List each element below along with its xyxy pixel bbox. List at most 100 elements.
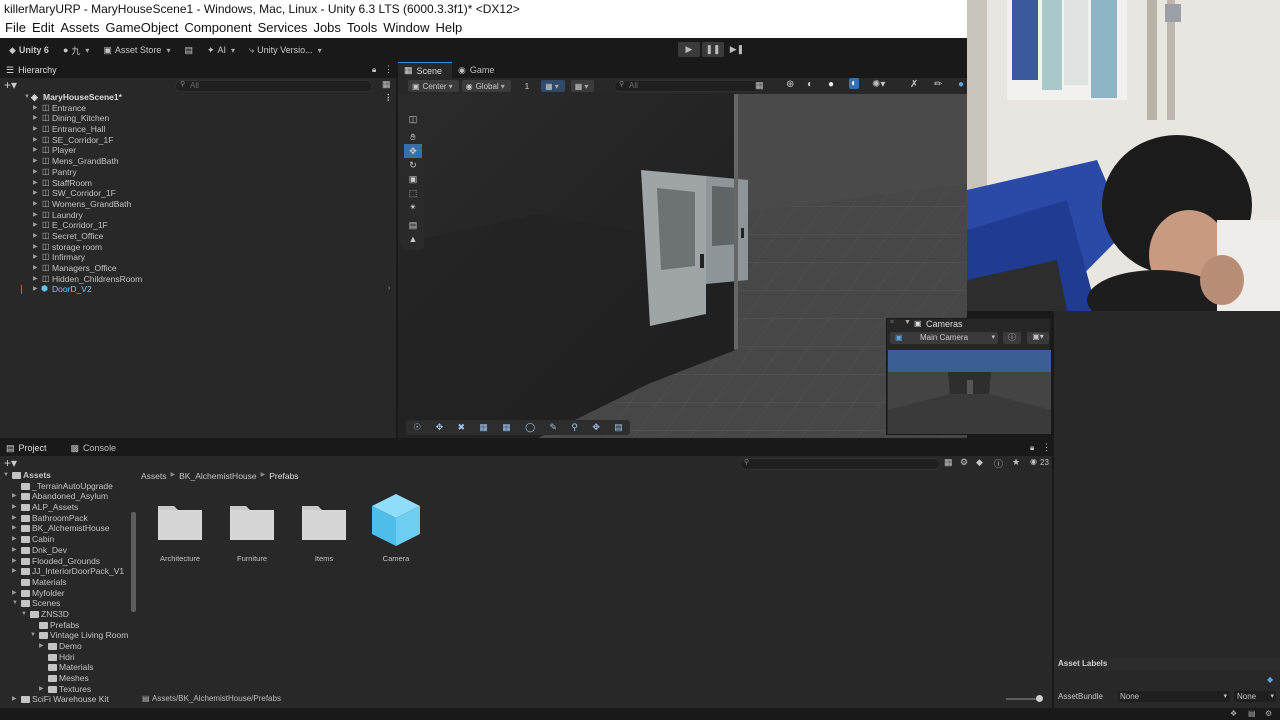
folder-tree-item[interactable]: ▶ JJ_InteriorDoorPack_V1 <box>0 566 130 577</box>
tab-project[interactable]: ▤ Project <box>0 440 57 456</box>
grid-dropdown[interactable]: ▦ <box>541 80 565 92</box>
space-dropdown[interactable]: ◉ Global <box>461 80 511 92</box>
folder-tree-item[interactable]: ▶ Textures <box>0 684 130 695</box>
step-button[interactable]: ▶❚ <box>726 42 748 57</box>
search-by-label-icon[interactable]: ⚙ <box>960 457 968 468</box>
project-add-icon[interactable]: +▾ <box>4 456 17 470</box>
hierarchy-item[interactable]: ▶ ◫ Pantry <box>0 167 396 178</box>
expand-arrow-icon[interactable]: ▶ <box>33 199 38 210</box>
gizmos-icon[interactable]: ⊕ <box>786 79 794 90</box>
pause-button[interactable]: ❚❚ <box>702 42 724 57</box>
orbit-icon[interactable]: ☉ <box>413 422 421 433</box>
camera-settings-icon[interactable]: ✏ <box>934 79 942 90</box>
expand-arrow-icon[interactable]: ▶ <box>33 178 38 189</box>
project-search-input[interactable] <box>740 458 940 470</box>
tab-console[interactable]: ▩ Console <box>65 440 127 456</box>
hierarchy-item[interactable]: ▶ ◫ storage room <box>0 242 396 253</box>
folder-tree-item[interactable]: Materials <box>0 662 130 673</box>
expand-arrow-icon[interactable]: ▼ <box>24 92 30 103</box>
asset-bundle-dropdown[interactable]: None ▾ <box>1118 691 1230 702</box>
scene-search-input[interactable]: All <box>614 80 764 92</box>
menu-item-file[interactable]: File <box>4 19 31 38</box>
hierarchy-prefab-item[interactable]: ▶ ⬢ DoorD_V2 › <box>0 284 396 295</box>
menu-item-edit[interactable]: Edit <box>31 19 59 38</box>
expand-arrow-icon[interactable]: ▶ <box>33 188 38 199</box>
grid-snap-icon[interactable]: ▦ <box>502 422 511 433</box>
hierarchy-item[interactable]: ▶ ◫ Laundry <box>0 210 396 221</box>
label-tag-icon[interactable]: ◆ <box>976 457 983 468</box>
scale-tool-icon[interactable]: ▣ <box>404 172 422 186</box>
unity-account-button[interactable]: ◆ Unity 6 <box>6 42 52 58</box>
expand-arrow-icon[interactable]: ▶ <box>33 263 38 274</box>
camera-view-icon[interactable]: ▣▾ <box>1027 332 1049 344</box>
package-manager-button[interactable]: ▤ <box>181 42 196 58</box>
hierarchy-item[interactable]: ▶ ◫ Mens_GrandBath <box>0 156 396 167</box>
scene-viewport[interactable]: ◫ ✋︎ ✥ ↻ ▣ ⬚ ✴ ▤ ▲ ☉ ✥ ✖ ▦ ▦ ◯ ✎ ⚲ ✥ ▤ <box>398 94 967 438</box>
hierarchy-item[interactable]: ▶ ◫ Dining_Kitchen <box>0 113 396 124</box>
rect-tool-icon[interactable]: ⬚ <box>404 186 422 200</box>
hand-tool-icon[interactable]: ✋︎ <box>404 130 422 144</box>
progress-icon[interactable]: ▤ <box>1248 709 1256 718</box>
expand-arrow-icon[interactable]: ▶ <box>33 252 38 263</box>
collider-tool-icon[interactable]: ▲ <box>404 232 422 246</box>
folder-tree-item[interactable]: Prefabs <box>0 620 130 631</box>
bug-icon[interactable]: ❖ <box>1230 709 1237 718</box>
snap-field[interactable]: 1 <box>520 80 536 92</box>
folder-tree-item[interactable]: ▼ Scenes <box>0 598 130 609</box>
drag-handle-icon[interactable]: ≡ <box>890 319 894 326</box>
hierarchy-item[interactable]: ▶ ◫ StaffRoom <box>0 178 396 189</box>
expand-arrow-icon[interactable]: ▶ <box>33 145 38 156</box>
collapse-arrow-icon[interactable]: ▼ <box>3 470 9 481</box>
folder-tree-item[interactable]: _TerrainAutoUpgrade <box>0 481 130 492</box>
expand-arrow-icon[interactable]: ▶ <box>33 231 38 242</box>
snap-dropdown[interactable]: ▦ <box>570 80 595 92</box>
ai-dropdown[interactable]: ✦ AI <box>204 42 238 58</box>
hierarchy-item[interactable]: ▶ ◫ SW_Corridor_1F <box>0 188 396 199</box>
settings-icon[interactable]: ⚙ <box>1265 709 1272 718</box>
icon-size-slider[interactable] <box>1006 698 1040 700</box>
folder-tree-item[interactable]: ▼ ZNS3D <box>0 609 130 620</box>
scene-filter-icon[interactable]: ▦ <box>755 80 764 91</box>
expand-arrow-icon[interactable]: ▶ <box>33 274 38 285</box>
folder-tree-item[interactable]: ▶ Flooded_Grounds <box>0 556 130 567</box>
shading-icon[interactable]: ● <box>828 79 834 90</box>
paint-icon[interactable]: ✎ <box>550 422 558 433</box>
play-button[interactable]: ▶ <box>678 42 700 57</box>
tree-scrollbar[interactable] <box>131 512 136 612</box>
hierarchy-item[interactable]: ▶ ◫ SE_Corridor_1F <box>0 135 396 146</box>
project-kebab-icon[interactable]: ⋮ <box>1042 442 1051 453</box>
expand-arrow-icon[interactable]: ▶ <box>12 502 17 513</box>
breadcrumb-assets[interactable]: Assets <box>141 471 167 481</box>
folder-tree-item[interactable]: ▶ BathroomPack <box>0 513 130 524</box>
expand-arrow-icon[interactable]: ▶ <box>12 556 17 567</box>
expand-arrow-icon[interactable]: ▶ <box>33 156 38 167</box>
rotate-tool-icon[interactable]: ↻ <box>404 158 422 172</box>
align-icon[interactable]: ▦ <box>479 422 488 433</box>
more-tools-icon[interactable]: ▤ <box>614 422 623 433</box>
folder-tree-item[interactable]: Materials <box>0 577 130 588</box>
expand-arrow-icon[interactable]: ▶ <box>12 545 17 556</box>
menu-item-window[interactable]: Window <box>382 19 434 38</box>
camera-select-dropdown[interactable]: Main Camera ▾ <box>890 332 998 344</box>
hierarchy-item[interactable]: ▶ ◫ E_Corridor_1F <box>0 220 396 231</box>
asset-tile-camera[interactable]: Camera <box>366 492 426 563</box>
search-by-type-icon[interactable]: ▦ <box>944 457 953 468</box>
menu-item-help[interactable]: Help <box>435 19 468 38</box>
hidden-objects-icon[interactable]: ✗ <box>910 79 918 90</box>
tab-game[interactable]: ◉ Game <box>452 62 504 78</box>
folder-tree-item[interactable]: ▶ ALP_Assets <box>0 502 130 513</box>
project-lock-icon[interactable]: 🔒︎ <box>1030 443 1034 453</box>
menu-item-component[interactable]: Component <box>183 19 256 38</box>
lock-icon[interactable]: 🔒︎ <box>372 65 376 75</box>
folder-tree-item[interactable]: Hdri <box>0 652 130 663</box>
version-control-dropdown[interactable]: ⤷ Unity Versio... <box>246 42 325 58</box>
open-prefab-arrow-icon[interactable]: › <box>388 284 390 295</box>
hierarchy-item[interactable]: ▶ ◫ Infirmary <box>0 252 396 263</box>
pivot-dropdown[interactable]: ▣ Center <box>408 80 459 92</box>
effects-icon[interactable]: ✺▾ <box>872 79 885 90</box>
breadcrumb-prefabs[interactable]: Prefabs <box>269 471 298 481</box>
folder-tree-item[interactable]: ▶ BK_AlchemistHouse <box>0 523 130 534</box>
collapse-arrow-icon[interactable]: ▼ <box>12 598 18 609</box>
expand-arrow-icon[interactable]: ▶ <box>12 523 17 534</box>
folder-tree-item[interactable]: ▶ Dnk_Dev <box>0 545 130 556</box>
